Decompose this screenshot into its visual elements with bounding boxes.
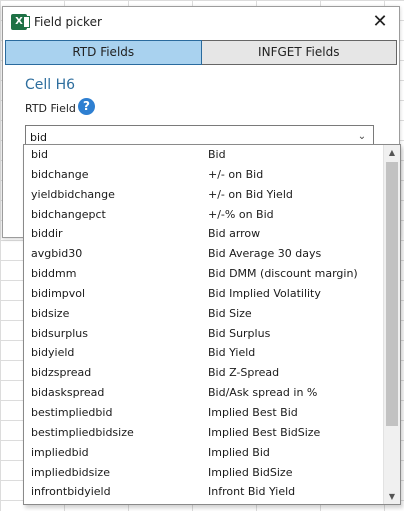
field-description: Implied Best BidSize (208, 425, 321, 439)
tab-infget-fields[interactable]: INFGET Fields (201, 40, 397, 65)
close-icon[interactable]: ✕ (371, 12, 389, 32)
list-item[interactable]: avgbid30 Bid Average 30 days (24, 244, 383, 264)
field-name: bidimpvol (31, 286, 86, 300)
list-item[interactable]: biddir Bid arrow (24, 224, 383, 244)
field-description: Bid Z-Spread (208, 366, 280, 380)
rtd-field-label: RTD Field (25, 102, 76, 115)
field-name: bestimpliedbid (31, 405, 113, 419)
field-description: +/-% on Bid (208, 207, 274, 221)
cell-reference: Cell H6 (25, 77, 76, 93)
list-item[interactable]: bidsurplus Bid Surplus (24, 324, 383, 344)
field-description: Bid (208, 148, 226, 161)
field-name: bid (31, 148, 49, 161)
field-name: avgbid30 (31, 247, 83, 261)
list-item[interactable]: bidchangepct +/-% on Bid (24, 205, 383, 225)
field-name: infrontbidyield (31, 485, 111, 499)
list-item[interactable]: infrontbidyield Infront Bid Yield (24, 482, 383, 502)
field-name: bestimpliedbidsize (31, 425, 134, 439)
field-search-input[interactable] (30, 129, 340, 145)
field-description: Bid Implied Volatility (208, 286, 321, 300)
scrollbar-thumb[interactable] (386, 162, 398, 426)
field-description: +/- on Bid Yield (208, 187, 293, 201)
field-description: Bid/Ask spread in % (208, 386, 318, 400)
field-description: Infront Bid Yield (208, 485, 296, 499)
list-item[interactable]: bidaskspread Bid/Ask spread in % (24, 383, 383, 403)
field-name: bidyield (31, 346, 75, 360)
dialog-title: Field picker (34, 15, 102, 29)
scroll-up-icon[interactable]: ▲ (384, 145, 400, 160)
list-item[interactable]: bidchange +/- on Bid (24, 165, 383, 185)
list-item[interactable]: biddmm Bid DMM (discount margin) (24, 264, 383, 284)
field-name: biddir (31, 227, 63, 241)
field-description: Bid DMM (discount margin) (208, 267, 358, 281)
field-description: Implied Best Bid (208, 405, 298, 419)
vertical-scrollbar[interactable]: ▲ ▼ (383, 145, 400, 504)
list-item[interactable]: yieldbidchange +/- on Bid Yield (24, 185, 383, 205)
field-description: Bid Size (208, 306, 252, 320)
list-item[interactable]: bestimpliedbidsize Implied Best BidSize (24, 423, 383, 443)
list-item[interactable]: bidyield Bid Yield (24, 343, 383, 363)
field-name: bidaskspread (31, 386, 105, 400)
scroll-down-icon[interactable]: ▼ (384, 489, 400, 504)
list-item[interactable]: bidimpvol Bid Implied Volatility (24, 284, 383, 304)
dropdown-rows: bid Bid bidchange +/- on Bid yieldbidchange +… (24, 145, 383, 502)
field-description: Bid Surplus (208, 326, 271, 340)
field-description: Bid Average 30 days (208, 247, 322, 261)
chevron-down-icon[interactable]: ⌄ (357, 129, 367, 145)
list-item[interactable]: bestimpliedbid Implied Best Bid (24, 403, 383, 423)
field-name: bidsurplus (31, 326, 88, 340)
field-name: biddmm (31, 267, 77, 281)
field-description: Bid arrow (208, 227, 261, 241)
field-description: Implied Bid (208, 445, 270, 459)
field-name: yieldbidchange (31, 187, 115, 201)
list-item[interactable]: bidzspread Bid Z-Spread (24, 363, 383, 383)
field-dropdown-list: bid Bid bidchange +/- on Bid yieldbidchange +… (23, 144, 401, 505)
title-bar: X Field picker ✕ (3, 7, 399, 37)
help-icon[interactable]: ? (78, 98, 95, 115)
field-name: impliedbid (31, 445, 89, 459)
field-description: Bid Yield (208, 346, 256, 360)
list-item[interactable]: impliedbidsize Implied BidSize (24, 463, 383, 483)
tab-bar: RTD Fields INFGET Fields (5, 40, 397, 65)
list-item[interactable]: impliedbid Implied Bid (24, 443, 383, 463)
list-item[interactable]: bid Bid (24, 145, 383, 165)
field-name: bidchangepct (31, 207, 106, 221)
excel-app-icon: X (11, 14, 30, 30)
list-item[interactable]: bidsize Bid Size (24, 304, 383, 324)
field-name: bidchange (31, 167, 89, 181)
tab-rtd-fields[interactable]: RTD Fields (5, 40, 202, 65)
field-name: bidzspread (31, 366, 92, 380)
field-description: Implied BidSize (208, 465, 293, 479)
field-name: impliedbidsize (31, 465, 110, 479)
field-description: +/- on Bid (208, 167, 264, 181)
field-name: bidsize (31, 306, 70, 320)
